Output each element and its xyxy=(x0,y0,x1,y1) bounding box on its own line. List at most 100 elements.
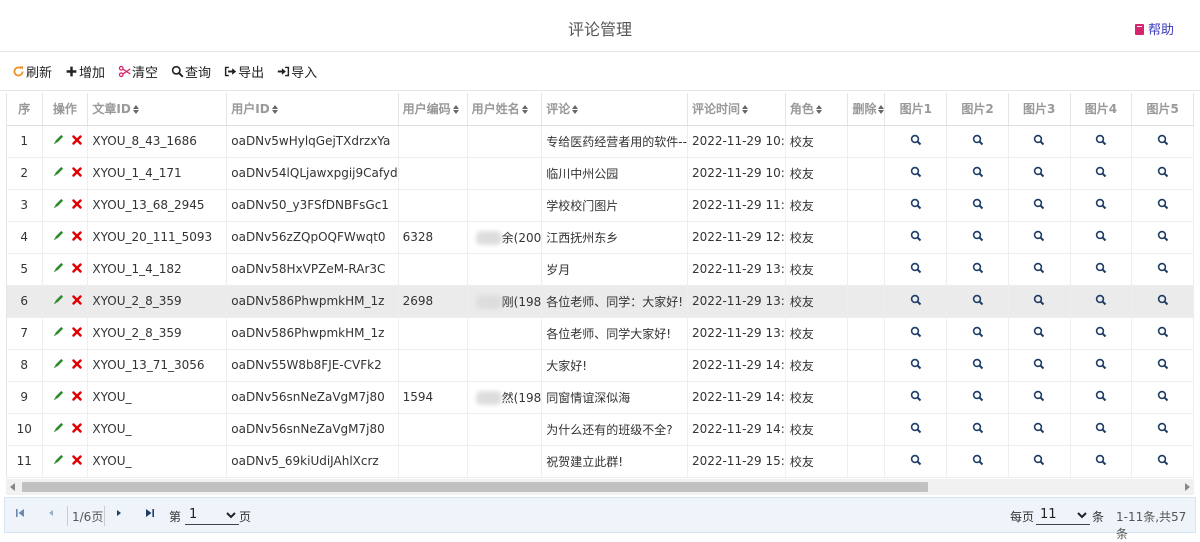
table-row[interactable]: 8 XYOU_13_71_3056 oaDNv55W8b8FJE-CVFk2 大家好!… xyxy=(7,349,1194,382)
delete-icon[interactable] xyxy=(71,390,82,404)
view-image-icon[interactable] xyxy=(910,390,922,405)
view-image-icon[interactable] xyxy=(972,166,984,181)
view-image-icon[interactable] xyxy=(972,358,984,373)
import-button[interactable]: 导入 xyxy=(277,62,317,81)
horizontal-scrollbar[interactable] xyxy=(6,479,1194,495)
scroll-thumb[interactable] xyxy=(22,482,928,492)
delete-icon[interactable] xyxy=(71,326,82,340)
view-image-icon[interactable] xyxy=(1033,358,1045,373)
column-header[interactable]: 文章ID xyxy=(87,93,228,126)
edit-icon[interactable] xyxy=(53,390,64,404)
view-image-icon[interactable] xyxy=(910,454,922,469)
page-select[interactable]: 1 xyxy=(185,505,239,525)
view-image-icon[interactable] xyxy=(910,198,922,213)
view-image-icon[interactable] xyxy=(1033,326,1045,341)
delete-icon[interactable] xyxy=(71,198,82,212)
edit-icon[interactable] xyxy=(53,166,64,180)
view-image-icon[interactable] xyxy=(1095,294,1107,309)
delete-icon[interactable] xyxy=(71,454,82,468)
sort-icon[interactable] xyxy=(741,105,748,115)
help-link[interactable]: 帮助 xyxy=(1134,19,1174,38)
view-image-icon[interactable] xyxy=(1095,134,1107,149)
view-image-icon[interactable] xyxy=(1095,454,1107,469)
edit-icon[interactable] xyxy=(53,198,64,212)
column-header[interactable]: 用户姓名 xyxy=(467,93,543,126)
view-image-icon[interactable] xyxy=(1095,422,1107,437)
sort-icon[interactable] xyxy=(878,105,884,115)
edit-icon[interactable] xyxy=(53,230,64,244)
view-image-icon[interactable] xyxy=(972,198,984,213)
table-row[interactable]: 2 XYOU_1_4_171 oaDNv54lQLjawxpgij9Cafyd 临川中… xyxy=(7,157,1194,190)
add-button[interactable]: 增加 xyxy=(65,62,105,81)
delete-icon[interactable] xyxy=(71,134,82,148)
view-image-icon[interactable] xyxy=(910,262,922,277)
view-image-icon[interactable] xyxy=(972,390,984,405)
view-image-icon[interactable] xyxy=(1157,358,1169,373)
sort-icon[interactable] xyxy=(572,105,579,115)
view-image-icon[interactable] xyxy=(1157,262,1169,277)
view-image-icon[interactable] xyxy=(1033,198,1045,213)
view-image-icon[interactable] xyxy=(1157,134,1169,149)
edit-icon[interactable] xyxy=(53,134,64,148)
table-row[interactable]: 7 XYOU_2_8_359 oaDNv586PhwpmkHM_1z 各位老师、同学大… xyxy=(7,317,1194,350)
view-image-icon[interactable] xyxy=(1033,166,1045,181)
edit-icon[interactable] xyxy=(53,422,64,436)
table-row[interactable]: 6 XYOU_2_8_359 oaDNv586PhwpmkHM_1z 2698 刚(19… xyxy=(7,285,1194,318)
view-image-icon[interactable] xyxy=(1157,294,1169,309)
delete-icon[interactable] xyxy=(71,230,82,244)
view-image-icon[interactable] xyxy=(1157,230,1169,245)
view-image-icon[interactable] xyxy=(910,166,922,181)
view-image-icon[interactable] xyxy=(972,262,984,277)
view-image-icon[interactable] xyxy=(1033,262,1045,277)
view-image-icon[interactable] xyxy=(1157,422,1169,437)
view-image-icon[interactable] xyxy=(910,422,922,437)
next-page-icon[interactable] xyxy=(115,507,123,522)
view-image-icon[interactable] xyxy=(972,230,984,245)
view-image-icon[interactable] xyxy=(1095,326,1107,341)
sort-icon[interactable] xyxy=(271,105,278,115)
view-image-icon[interactable] xyxy=(1033,230,1045,245)
view-image-icon[interactable] xyxy=(1033,422,1045,437)
view-image-icon[interactable] xyxy=(1095,198,1107,213)
view-image-icon[interactable] xyxy=(972,134,984,149)
view-image-icon[interactable] xyxy=(972,294,984,309)
query-button[interactable]: 查询 xyxy=(171,62,211,81)
view-image-icon[interactable] xyxy=(1033,294,1045,309)
delete-icon[interactable] xyxy=(71,294,82,308)
view-image-icon[interactable] xyxy=(910,326,922,341)
table-row[interactable]: 5 XYOU_1_4_182 oaDNv58HxVPZeM-RAr3C 岁月 2022-… xyxy=(7,253,1194,286)
column-header[interactable]: 评论 xyxy=(541,93,688,126)
table-row[interactable]: 10 XYOU_ oaDNv56snNeZaVgM7j80 为什么还有的班级不全? 20… xyxy=(7,413,1194,446)
table-row[interactable]: 4 XYOU_20_111_5093 oaDNv56zZQpOQFWwqt0 6328… xyxy=(7,221,1194,254)
scroll-left-icon[interactable] xyxy=(10,483,15,491)
per-page-select[interactable]: 11 xyxy=(1036,505,1090,525)
column-header[interactable]: 用户ID xyxy=(226,93,399,126)
view-image-icon[interactable] xyxy=(1033,454,1045,469)
view-image-icon[interactable] xyxy=(1095,390,1107,405)
column-header[interactable]: 用户编码 xyxy=(398,93,468,126)
view-image-icon[interactable] xyxy=(1157,326,1169,341)
view-image-icon[interactable] xyxy=(1095,166,1107,181)
view-image-icon[interactable] xyxy=(972,326,984,341)
view-image-icon[interactable] xyxy=(972,422,984,437)
table-row[interactable]: 3 XYOU_13_68_2945 oaDNv50_y3FSfDNBFsGc1 学校校… xyxy=(7,189,1194,222)
view-image-icon[interactable] xyxy=(1033,390,1045,405)
table-row[interactable]: 9 XYOU_ oaDNv56snNeZaVgM7j80 1594 然(198 同窗情谊深… xyxy=(7,381,1194,414)
prev-page-icon[interactable] xyxy=(47,507,55,522)
view-image-icon[interactable] xyxy=(910,294,922,309)
sort-icon[interactable] xyxy=(132,105,139,115)
last-page-icon[interactable] xyxy=(145,507,155,522)
sort-icon[interactable] xyxy=(521,105,528,115)
view-image-icon[interactable] xyxy=(972,454,984,469)
view-image-icon[interactable] xyxy=(910,230,922,245)
view-image-icon[interactable] xyxy=(910,358,922,373)
edit-icon[interactable] xyxy=(53,326,64,340)
view-image-icon[interactable] xyxy=(1157,166,1169,181)
edit-icon[interactable] xyxy=(53,454,64,468)
clear-button[interactable]: 清空 xyxy=(118,62,158,81)
sort-icon[interactable] xyxy=(452,105,459,115)
table-row[interactable]: 11 XYOU_ oaDNv5_69kiUdiJAhlXcrz 祝贺建立此群! 2022… xyxy=(7,445,1194,478)
view-image-icon[interactable] xyxy=(1095,358,1107,373)
column-header[interactable]: 评论时间 xyxy=(687,93,786,126)
delete-icon[interactable] xyxy=(71,166,82,180)
